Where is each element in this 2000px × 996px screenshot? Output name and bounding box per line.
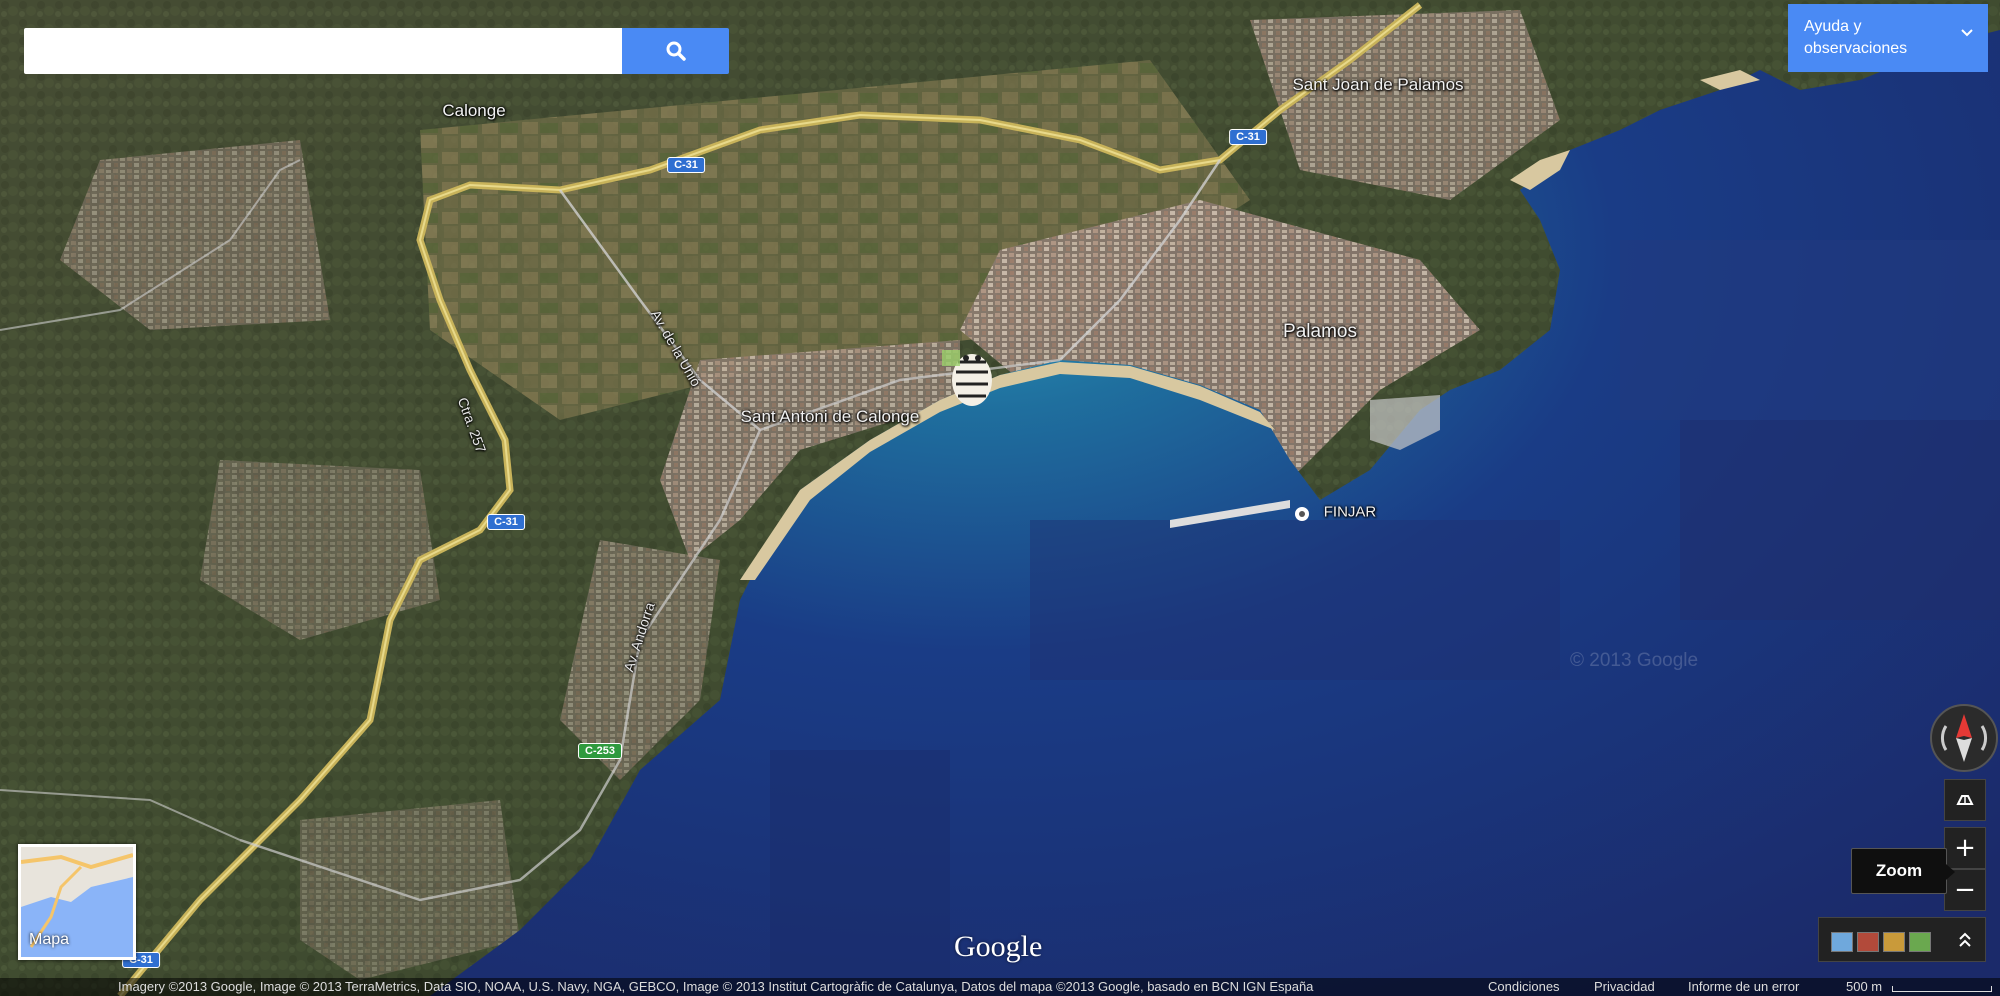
imagery-thumb[interactable] bbox=[1857, 932, 1879, 952]
road-shield-c31: C-31 bbox=[1229, 129, 1267, 145]
map-label-calonge: Calonge bbox=[442, 101, 506, 120]
google-logo: Google bbox=[954, 930, 1043, 963]
search-icon bbox=[666, 41, 686, 61]
search-input[interactable] bbox=[24, 28, 622, 74]
road-shield-c31: C-31 bbox=[487, 514, 525, 530]
imagery-thumb[interactable] bbox=[1909, 932, 1931, 952]
zoom-in-button[interactable]: + bbox=[1944, 827, 1986, 869]
compass-control[interactable] bbox=[1930, 704, 1998, 772]
road-shield-c253: C-253 bbox=[578, 743, 622, 759]
map-type-switcher[interactable]: Mapa bbox=[18, 844, 136, 960]
help-label-line1: Ayuda y bbox=[1804, 18, 1862, 35]
map-label-palamos: Palamos bbox=[1283, 321, 1357, 342]
help-label-line2: observaciones bbox=[1804, 40, 1908, 57]
map-label-sant-joan: Sant Joan de Palamos bbox=[1292, 75, 1464, 94]
minimap-label: Mapa bbox=[29, 931, 70, 948]
road-shield-c31: C-31 bbox=[667, 157, 705, 173]
tilt-icon bbox=[1956, 795, 1974, 805]
scale-bar bbox=[1892, 986, 1992, 992]
compass-icon bbox=[1941, 714, 1987, 762]
terms-link[interactable]: Condiciones bbox=[1488, 978, 1560, 996]
attribution-text: Imagery ©2013 Google, Image © 2013 Terra… bbox=[118, 979, 1314, 994]
privacy-link[interactable]: Privacidad bbox=[1594, 978, 1655, 996]
zoom-tooltip: Zoom bbox=[1851, 848, 1955, 894]
report-error-link[interactable]: Informe de un error bbox=[1688, 978, 1799, 996]
scale-label: 500 m bbox=[1846, 979, 1883, 994]
search-button[interactable] bbox=[622, 28, 729, 74]
chevron-down-icon bbox=[1961, 29, 1973, 37]
imagery-thumb[interactable] bbox=[1883, 932, 1905, 952]
imagery-thumbnails[interactable] bbox=[1818, 917, 1986, 962]
tilt-button[interactable] bbox=[1944, 779, 1986, 821]
map-label-sant-antoni: Sant Antoni de Calonge bbox=[740, 407, 920, 426]
help-feedback-button[interactable]: Ayuda y observaciones bbox=[1788, 4, 1988, 72]
chevron-up-icon[interactable] bbox=[1957, 930, 1973, 950]
map-watermark: © 2013 Google bbox=[1570, 650, 1699, 671]
map-label-finjar: FINJAR bbox=[1323, 503, 1377, 521]
satellite-map[interactable] bbox=[0, 0, 2000, 996]
imagery-thumb[interactable] bbox=[1831, 932, 1853, 952]
attribution-bar: Imagery ©2013 Google, Image © 2013 Terra… bbox=[0, 978, 2000, 996]
